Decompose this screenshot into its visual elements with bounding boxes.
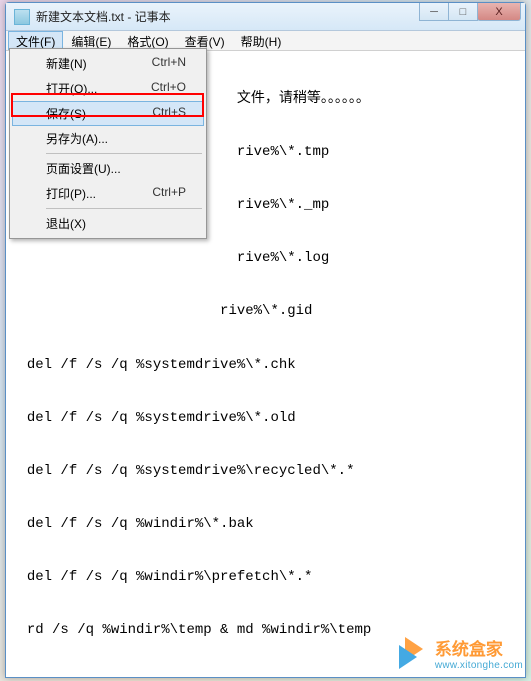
menu-separator bbox=[46, 153, 202, 154]
file-menu-dropdown: 新建(N) Ctrl+N 打开(O)... Ctrl+O 保存(S) Ctrl+… bbox=[9, 48, 207, 239]
menu-item-print[interactable]: 打印(P)... Ctrl+P bbox=[12, 181, 204, 206]
menu-item-saveas[interactable]: 另存为(A)... bbox=[12, 126, 204, 151]
watermark-title: 系统盒家 bbox=[435, 635, 523, 660]
menu-label: 页面设置(U)... bbox=[46, 160, 121, 177]
menu-item-pagesetup[interactable]: 页面设置(U)... bbox=[12, 156, 204, 181]
menu-help[interactable]: 帮助(H) bbox=[233, 31, 290, 50]
menu-label: 保存(S) bbox=[46, 105, 86, 122]
menu-shortcut: Ctrl+O bbox=[151, 80, 186, 97]
menu-shortcut: Ctrl+N bbox=[152, 55, 186, 72]
menu-label: 打印(P)... bbox=[46, 185, 96, 202]
minimize-button[interactable]: ─ bbox=[419, 3, 449, 21]
menu-label: 退出(X) bbox=[46, 215, 86, 232]
titlebar[interactable]: 新建文本文档.txt - 记事本 ─ □ X bbox=[6, 3, 525, 31]
watermark-url: www.xitonghe.com bbox=[435, 660, 523, 671]
menu-item-exit[interactable]: 退出(X) bbox=[12, 211, 204, 236]
menu-shortcut: Ctrl+S bbox=[152, 105, 186, 122]
menu-item-save[interactable]: 保存(S) Ctrl+S bbox=[12, 101, 204, 126]
window-title: 新建文本文档.txt - 记事本 bbox=[36, 8, 171, 25]
close-button[interactable]: X bbox=[477, 3, 521, 21]
watermark-icon bbox=[395, 635, 431, 671]
menu-separator bbox=[46, 208, 202, 209]
maximize-button[interactable]: □ bbox=[448, 3, 478, 21]
menu-item-new[interactable]: 新建(N) Ctrl+N bbox=[12, 51, 204, 76]
window-controls: ─ □ X bbox=[420, 3, 521, 21]
menu-label: 打开(O)... bbox=[46, 80, 97, 97]
menu-shortcut: Ctrl+P bbox=[152, 185, 186, 202]
menu-label: 新建(N) bbox=[46, 55, 87, 72]
menu-label: 另存为(A)... bbox=[46, 130, 108, 147]
app-icon bbox=[14, 9, 30, 25]
menu-item-open[interactable]: 打开(O)... Ctrl+O bbox=[12, 76, 204, 101]
watermark: 系统盒家 www.xitonghe.com bbox=[395, 635, 523, 671]
